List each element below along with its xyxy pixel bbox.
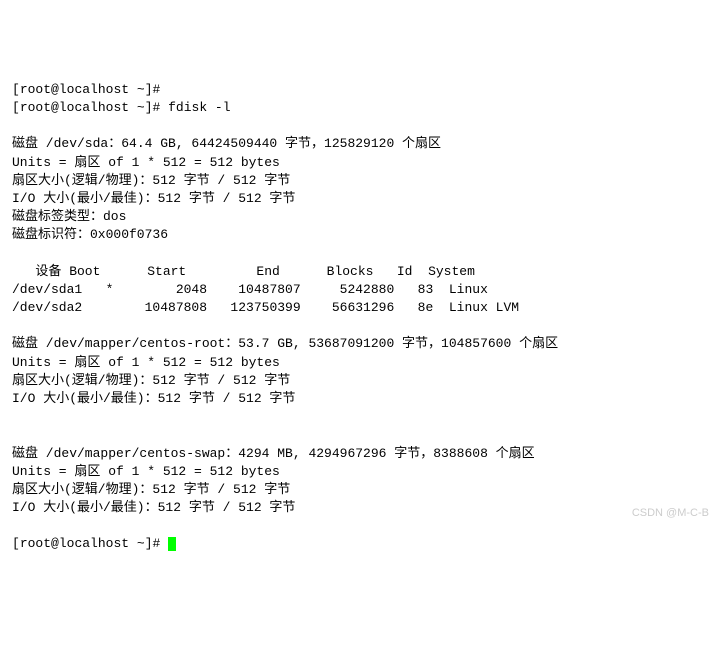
- partition-table-row: /dev/sda2 10487808 123750399 56631296 8e…: [12, 300, 519, 315]
- disk-sda-label-type: 磁盘标签类型：dos: [12, 209, 126, 224]
- disk-sda-io-size: I/O 大小(最小/最佳)：512 字节 / 512 字节: [12, 191, 295, 206]
- prompt-line-empty: [root@localhost ~]#: [12, 82, 160, 97]
- partition-table-header: 设备 Boot Start End Blocks Id System: [12, 264, 475, 279]
- disk-sda-header: 磁盘 /dev/sda：64.4 GB, 64424509440 字节，1258…: [12, 136, 441, 151]
- disk-sda-sector-size: 扇区大小(逻辑/物理)：512 字节 / 512 字节: [12, 173, 290, 188]
- disk-swap-header: 磁盘 /dev/mapper/centos-swap：4294 MB, 4294…: [12, 446, 535, 461]
- disk-root-units: Units = 扇区 of 1 * 512 = 512 bytes: [12, 355, 280, 370]
- disk-root-sector-size: 扇区大小(逻辑/物理)：512 字节 / 512 字节: [12, 373, 290, 388]
- disk-swap-units: Units = 扇区 of 1 * 512 = 512 bytes: [12, 464, 280, 479]
- disk-sda-units: Units = 扇区 of 1 * 512 = 512 bytes: [12, 155, 280, 170]
- disk-sda-identifier: 磁盘标识符：0x000f0736: [12, 227, 168, 242]
- command-text: fdisk -l: [168, 100, 230, 115]
- disk-root-header: 磁盘 /dev/mapper/centos-root：53.7 GB, 5368…: [12, 336, 558, 351]
- prompt-line-ready[interactable]: [root@localhost ~]#: [12, 536, 176, 551]
- disk-root-io-size: I/O 大小(最小/最佳)：512 字节 / 512 字节: [12, 391, 295, 406]
- prompt-line-command[interactable]: [root@localhost ~]# fdisk -l: [12, 100, 231, 115]
- disk-swap-io-size: I/O 大小(最小/最佳)：512 字节 / 512 字节: [12, 500, 295, 515]
- partition-table-row: /dev/sda1 * 2048 10487807 5242880 83 Lin…: [12, 282, 488, 297]
- watermark-text: CSDN @M-C-B: [632, 506, 709, 521]
- disk-swap-sector-size: 扇区大小(逻辑/物理)：512 字节 / 512 字节: [12, 482, 290, 497]
- cursor-icon: [168, 537, 176, 551]
